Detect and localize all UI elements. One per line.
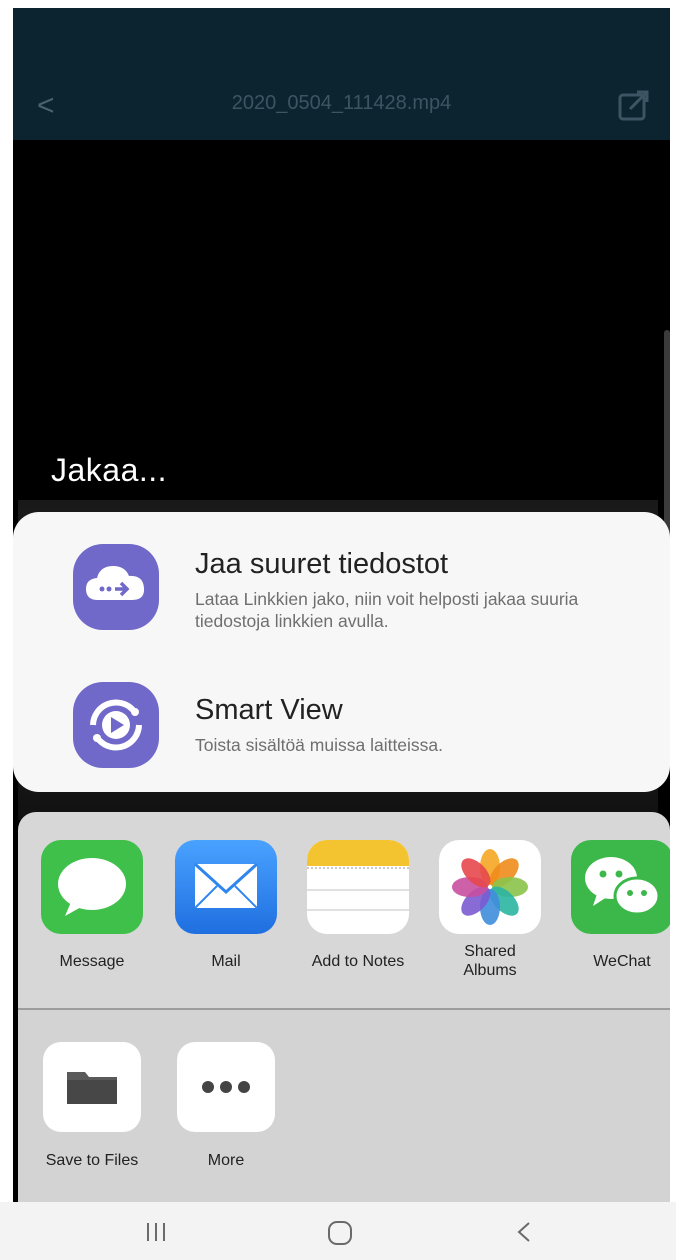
app-label: Message [59,953,125,970]
phone-screen: < 2020_0504_111428.mp4 Jakaa... Jaa suur… [13,8,670,1202]
share-app-wechat[interactable]: WeChat [566,840,670,971]
navigation-bar [0,1202,676,1260]
wechat-icon [571,840,670,934]
back-arrow-icon: < [37,89,55,122]
file-name-title: 2020_0504_111428.mp4 [231,92,452,114]
action-label: Save to Files [45,1152,139,1169]
smart-view-icon [73,682,159,768]
action-save-to-files[interactable]: Save to Files [36,1042,148,1170]
notes-icon [307,840,409,934]
share-app-shared-albums[interactable]: Shared Albums [434,840,546,980]
app-label: Shared Albums [463,943,517,979]
share-app-mail[interactable]: Mail [170,840,282,971]
app-label: Add to Notes [311,953,405,970]
folder-icon [43,1042,141,1132]
top-bar: < 2020_0504_111428.mp4 [13,8,670,140]
share-large-files-option[interactable]: Jaa suuret tiedostot Lataa Linkkien jako… [13,534,670,654]
more-dots-icon [177,1042,275,1132]
option-title: Smart View [195,694,343,726]
smart-view-option[interactable]: Smart View Toista sisältöä muissa laitte… [13,672,670,792]
message-icon [41,840,143,934]
app-label: Mail [211,953,241,970]
action-label: More [207,1152,245,1169]
option-title: Jaa suuret tiedostot [195,548,449,580]
cloud-link-icon [73,544,159,630]
back-icon[interactable] [494,1214,554,1250]
share-app-notes[interactable]: Add to Notes [302,840,414,971]
mail-icon [175,840,277,934]
option-description: Toista sisältöä muissa laitteissa. [195,735,444,755]
home-icon[interactable] [310,1214,370,1250]
recents-icon[interactable] [126,1214,186,1250]
share-actions-row: Save to Files More [18,1010,670,1202]
samsung-share-panel: Jaa suuret tiedostot Lataa Linkkien jako… [13,512,670,792]
share-apps-row: Message Mail Add to Notes Shared Albums … [18,812,670,1006]
share-dialog-title: Jakaa... [51,452,168,488]
option-description: Lataa Linkkien jako, niin voit helposti … [195,589,579,631]
action-more[interactable]: More [170,1042,282,1170]
app-label: WeChat [593,953,651,970]
share-app-message[interactable]: Message [36,840,148,971]
ios-share-sheet: Message Mail Add to Notes Shared Albums … [18,812,670,1202]
share-icon[interactable] [616,87,652,123]
photos-icon [439,840,541,934]
back-button[interactable]: < [37,88,65,124]
